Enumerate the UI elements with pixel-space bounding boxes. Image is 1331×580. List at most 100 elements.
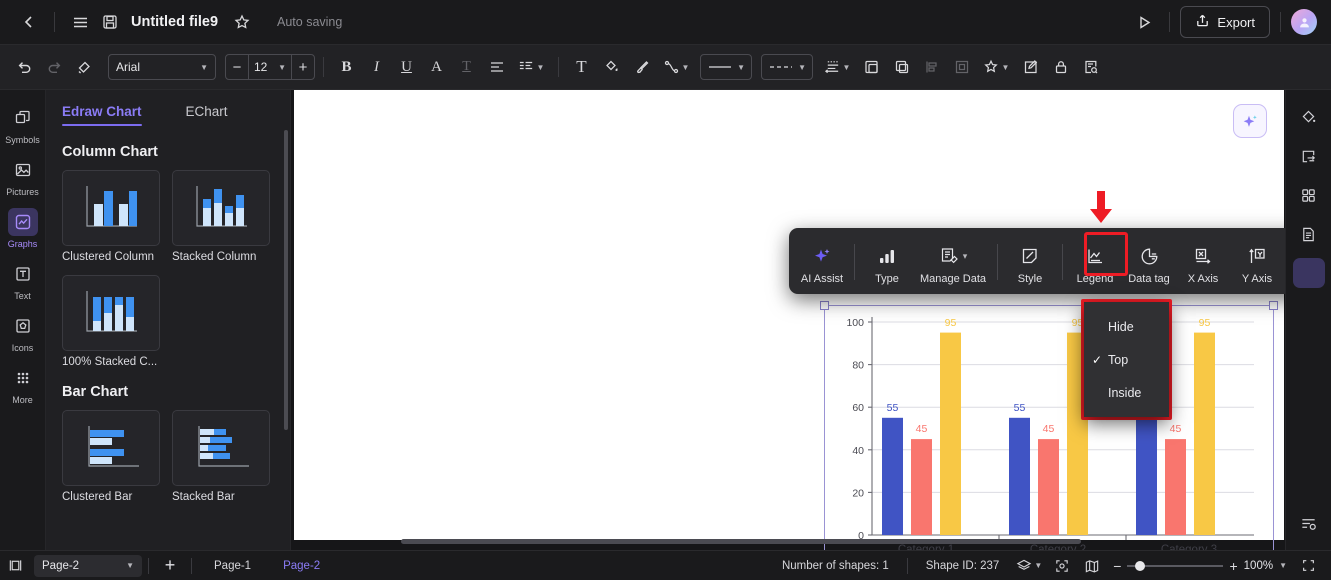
tile-stacked-column[interactable]: Stacked Column: [172, 170, 270, 263]
toolbar-style[interactable]: Style: [1003, 232, 1057, 294]
zoom-track[interactable]: [1127, 560, 1224, 571]
resize-handle-tr[interactable]: [1269, 301, 1278, 310]
settings-list-icon[interactable]: [1293, 508, 1325, 538]
rail-item-text[interactable]: Text: [1, 254, 45, 304]
panel-scrollbar[interactable]: [284, 130, 288, 430]
font-family-select[interactable]: Arial ▼: [108, 54, 216, 80]
dash-style-select[interactable]: ▼: [761, 54, 813, 80]
divider: [323, 57, 324, 77]
underline-button[interactable]: U: [392, 53, 421, 82]
tile-clustered-column[interactable]: Clustered Column: [62, 170, 160, 263]
toolbar-label: Manage Data: [919, 273, 987, 285]
toolbar-data-tag[interactable]: Data tag: [1122, 232, 1176, 294]
play-triangle-icon[interactable]: [1129, 7, 1159, 37]
format-painter-icon[interactable]: [70, 53, 99, 82]
tile-thumb[interactable]: [62, 275, 160, 351]
fullscreen-icon[interactable]: [1293, 554, 1323, 578]
rail-item-more[interactable]: More: [1, 358, 45, 408]
canvas-horizontal-scrollbar[interactable]: [401, 539, 1081, 544]
tab-echart[interactable]: EChart: [186, 104, 228, 126]
line-spacing-icon[interactable]: ▼: [512, 53, 550, 82]
magic-star-icon[interactable]: ▼: [977, 53, 1015, 82]
tile-stacked-bar[interactable]: Stacked Bar: [172, 410, 270, 503]
zoom-out-button[interactable]: −: [1113, 558, 1121, 574]
arrange-icon[interactable]: ▼: [818, 53, 856, 82]
align-objects-icon[interactable]: [917, 53, 946, 82]
page-select[interactable]: Page-2 ▼: [34, 554, 142, 577]
group-icon[interactable]: [857, 53, 886, 82]
connector-icon[interactable]: ▼: [657, 53, 695, 82]
duplicate-icon[interactable]: [887, 53, 916, 82]
ai-assistant-fab[interactable]: [1233, 104, 1267, 138]
resize-handle-tl[interactable]: [820, 301, 829, 310]
font-size-increase[interactable]: +: [292, 55, 314, 79]
tile-thumb[interactable]: [62, 410, 160, 486]
undo-arrow-icon[interactable]: [10, 53, 39, 82]
add-page-button[interactable]: +: [155, 554, 185, 578]
toolbar-ai-assist[interactable]: AI Assist: [795, 232, 849, 294]
menu-item-hide[interactable]: Hide: [1084, 310, 1169, 343]
menu-item-inside[interactable]: Inside: [1084, 376, 1169, 409]
rail-item-symbols[interactable]: Symbols: [1, 98, 45, 148]
grid-apps-icon[interactable]: [1293, 180, 1325, 210]
text-box-button[interactable]: T: [567, 53, 596, 82]
zoom-knob[interactable]: [1135, 560, 1146, 571]
tile-thumb[interactable]: [62, 170, 160, 246]
hamburger-menu-icon[interactable]: [65, 7, 95, 37]
font-size-value-wrap[interactable]: 12 ▼: [248, 55, 292, 79]
font-size-stepper[interactable]: − 12 ▼ +: [225, 54, 315, 80]
rail-item-pictures[interactable]: Pictures: [1, 150, 45, 200]
rail-item-icons[interactable]: Icons: [1, 306, 45, 356]
tab-edraw-chart[interactable]: Edraw Chart: [62, 104, 142, 126]
edit-pencil-icon[interactable]: [1016, 53, 1045, 82]
dropdown-highlight: Hide ✓ Top Inside: [1081, 299, 1172, 420]
toolbar-label: X Axis: [1187, 273, 1219, 285]
toolbar-legend[interactable]: Legend: [1068, 232, 1122, 294]
bold-button[interactable]: B: [332, 53, 361, 82]
save-disk-icon[interactable]: [95, 7, 125, 37]
toolbar-y-axis[interactable]: Y Axis: [1230, 232, 1284, 294]
rail-item-graphs[interactable]: Graphs: [1, 202, 45, 252]
zoom-in-button[interactable]: +: [1229, 558, 1237, 574]
redo-arrow-icon[interactable]: [40, 53, 69, 82]
find-replace-icon[interactable]: [1076, 53, 1105, 82]
toolbar-x-axis[interactable]: X Axis: [1176, 232, 1230, 294]
font-size-decrease[interactable]: −: [226, 55, 248, 79]
map-overview-icon[interactable]: [1077, 554, 1107, 578]
italic-button[interactable]: I: [362, 53, 391, 82]
chart-floating-toolbar: AI Assist Type ▾ Manage Data Style Legen…: [789, 228, 1285, 294]
document-outline-icon[interactable]: [1293, 219, 1325, 249]
back-icon[interactable]: [14, 7, 44, 37]
export-button[interactable]: Export: [1180, 6, 1270, 38]
toolbar-type[interactable]: Type: [860, 232, 914, 294]
line-weight-select[interactable]: ▼: [700, 54, 752, 80]
theme-swatch[interactable]: [1292, 258, 1325, 288]
font-color-button[interactable]: A: [422, 53, 451, 82]
tile-thumb[interactable]: [172, 170, 270, 246]
fill-bucket-icon[interactable]: [597, 53, 626, 82]
frame-icon[interactable]: [947, 53, 976, 82]
ai-sparkle-icon: [1243, 114, 1257, 127]
page-panel-icon[interactable]: [0, 554, 30, 578]
tile-clustered-bar[interactable]: Clustered Bar: [62, 410, 160, 503]
star-icon[interactable]: [227, 7, 257, 37]
canvas-area[interactable]: 100 80 60 40 20 0 55 45 95 55 45 95 45 9…: [291, 90, 1285, 550]
toolbar-manage-data[interactable]: ▾ Manage Data: [914, 232, 992, 294]
swap-panel-icon[interactable]: [1293, 141, 1325, 171]
tile-100-stacked-column[interactable]: 100% Stacked C...: [62, 275, 160, 368]
focus-icon[interactable]: [1047, 554, 1077, 578]
lock-icon[interactable]: [1046, 53, 1075, 82]
chevron-down-icon[interactable]: ▼: [1279, 561, 1287, 570]
menu-item-top[interactable]: ✓ Top: [1084, 343, 1169, 376]
page-tab-page-2[interactable]: Page-2: [267, 551, 336, 580]
tile-thumb[interactable]: [172, 410, 270, 486]
layers-icon[interactable]: ▼: [1011, 554, 1047, 578]
fill-color-icon[interactable]: [1293, 102, 1325, 132]
chart-object[interactable]: 100 80 60 40 20 0 55 45 95 55 45 95 45 9…: [820, 301, 1278, 550]
strikethrough-button[interactable]: T: [452, 53, 481, 82]
avatar[interactable]: [1291, 9, 1317, 35]
brush-icon[interactable]: [627, 53, 656, 82]
zoom-slider[interactable]: − + 100% ▼: [1107, 558, 1293, 574]
page-tab-page-1[interactable]: Page-1: [198, 551, 267, 580]
align-left-icon[interactable]: [482, 53, 511, 82]
